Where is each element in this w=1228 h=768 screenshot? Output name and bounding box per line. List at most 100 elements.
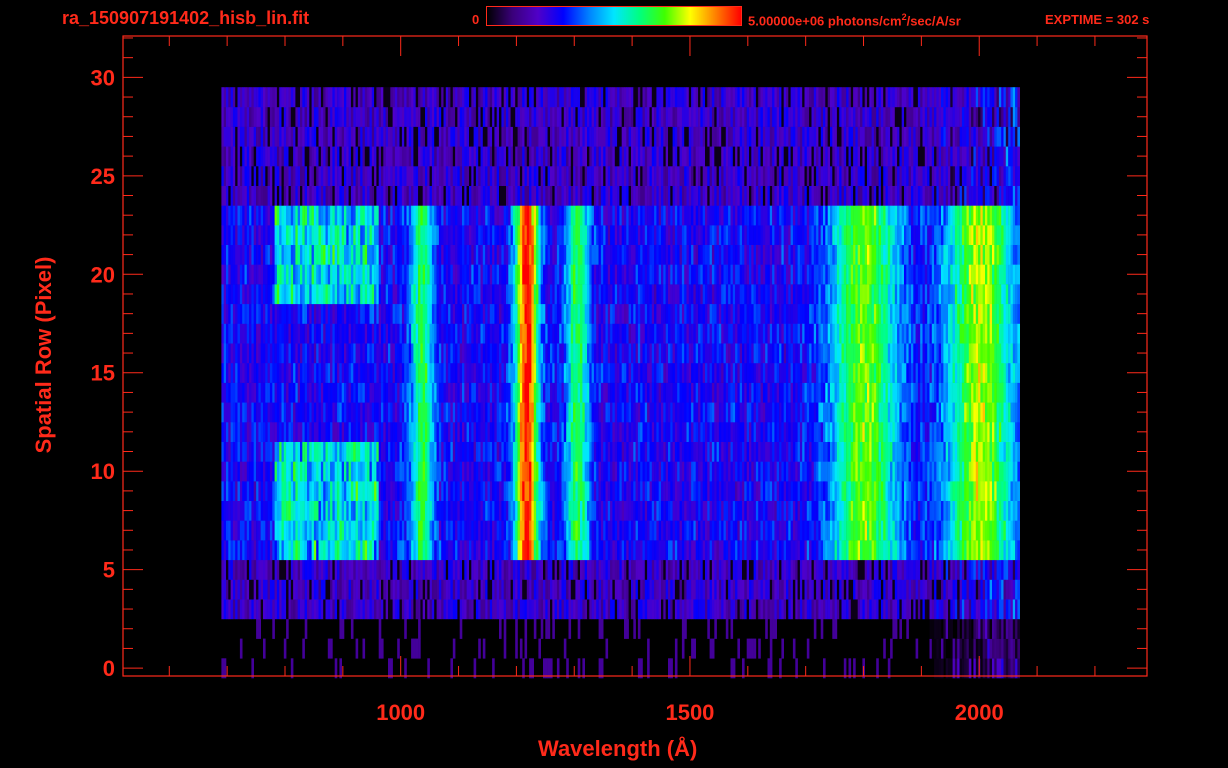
heatmap-cell: [496, 323, 500, 344]
heatmap-cell: [462, 87, 465, 108]
heatmap-cell: [614, 441, 618, 462]
heatmap-cell: [376, 323, 379, 344]
heatmap-cell: [230, 520, 234, 541]
heatmap-cell: [425, 87, 428, 108]
heatmap-cell: [427, 244, 430, 265]
heatmap-cell: [381, 362, 384, 383]
heatmap-cell: [413, 166, 416, 186]
heatmap-cell: [269, 422, 273, 442]
heatmap-cell: [577, 599, 581, 620]
heatmap-cell: [313, 284, 317, 305]
heatmap-cell: [455, 540, 458, 561]
heatmap-cell: [309, 540, 312, 561]
heatmap-cell: [624, 126, 627, 147]
heatmap-cell: [334, 126, 338, 147]
heatmap-cell: [434, 362, 437, 383]
heatmap-cell: [448, 461, 451, 482]
heatmap-cell: [302, 402, 305, 423]
heatmap-cell: [471, 146, 474, 167]
heatmap-cell: [459, 599, 463, 620]
heatmap-cell: [253, 126, 257, 147]
heatmap-cell: [293, 422, 296, 442]
heatmap-cell: [501, 520, 504, 541]
heatmap-cell: [269, 481, 273, 501]
heatmap-cell: [411, 323, 414, 344]
heatmap-cell: [568, 166, 572, 186]
heatmap-cell: [635, 264, 639, 285]
heatmap-cell: [596, 382, 599, 403]
heatmap-cell: [452, 87, 456, 108]
heatmap-cell: [596, 303, 599, 324]
heatmap-cell: [276, 362, 280, 383]
heatmap-cell: [445, 481, 449, 501]
heatmap-cell: [425, 185, 428, 206]
heatmap-cell: [374, 599, 377, 620]
heatmap-cell: [260, 520, 264, 541]
heatmap-cell: [550, 658, 553, 679]
heatmap-cell: [445, 146, 449, 167]
heatmap-cell: [561, 362, 565, 383]
heatmap-cell: [494, 264, 497, 285]
heatmap-cell: [311, 599, 315, 620]
heatmap-cell: [519, 461, 523, 482]
heatmap-cell: [499, 126, 502, 147]
heatmap-cell: [221, 441, 224, 462]
heatmap-cell: [378, 520, 382, 541]
heatmap-cell: [390, 284, 393, 305]
heatmap-cell: [293, 166, 296, 186]
heatmap-cell: [300, 599, 303, 620]
heatmap-cell: [452, 323, 456, 344]
heatmap-cell: [344, 185, 347, 206]
heatmap-cell: [353, 166, 356, 186]
heatmap-cell: [452, 264, 456, 285]
heatmap-cell: [526, 323, 530, 344]
heatmap-cell: [612, 422, 615, 442]
heatmap-cell: [239, 599, 243, 620]
heatmap-cell: [628, 500, 632, 521]
heatmap-cell: [332, 441, 335, 462]
heatmap-cell: [408, 185, 412, 206]
heatmap-cell: [545, 244, 548, 265]
heatmap-cell: [550, 579, 553, 600]
heatmap-cell: [494, 520, 497, 541]
heatmap-cell: [267, 402, 271, 423]
heatmap-cell: [427, 461, 430, 482]
heatmap-cell: [341, 323, 345, 344]
heatmap-cell: [517, 343, 521, 364]
heatmap-cell: [489, 264, 493, 285]
heatmap-cell: [552, 126, 555, 147]
heatmap-cell: [357, 303, 361, 324]
heatmap-cell: [587, 205, 590, 226]
heatmap-cell: [253, 205, 257, 226]
heatmap-cell: [598, 520, 602, 541]
heatmap-cell: [582, 402, 585, 423]
heatmap-cell: [260, 599, 264, 620]
heatmap-cell: [364, 540, 368, 561]
heatmap-cell: [425, 205, 428, 226]
heatmap-cell: [371, 146, 375, 167]
heatmap-cell: [258, 185, 261, 206]
heatmap-cell: [475, 362, 479, 383]
heatmap-cell: [276, 500, 280, 521]
heatmap-cell: [272, 441, 275, 462]
heatmap-cell: [404, 422, 407, 442]
heatmap-cell: [246, 343, 250, 364]
heatmap-cell: [591, 205, 595, 226]
heatmap-cell: [485, 303, 488, 324]
heatmap-cell: [614, 500, 618, 521]
heatmap-cell: [237, 422, 241, 442]
heatmap-cell: [420, 225, 423, 245]
heatmap-cell: [462, 166, 465, 186]
heatmap-cell: [265, 284, 268, 305]
heatmap-cell: [425, 579, 428, 600]
heatmap-cell: [348, 225, 352, 245]
heatmap-cell: [480, 225, 484, 245]
heatmap-cell: [251, 106, 254, 127]
heatmap-cell: [575, 500, 578, 521]
heatmap-cell: [450, 461, 453, 482]
heatmap-cell: [445, 441, 449, 462]
heatmap-cell: [589, 559, 592, 580]
heatmap-cell: [637, 441, 641, 462]
heatmap-cell: [415, 323, 419, 344]
heatmap-cell: [334, 166, 338, 186]
